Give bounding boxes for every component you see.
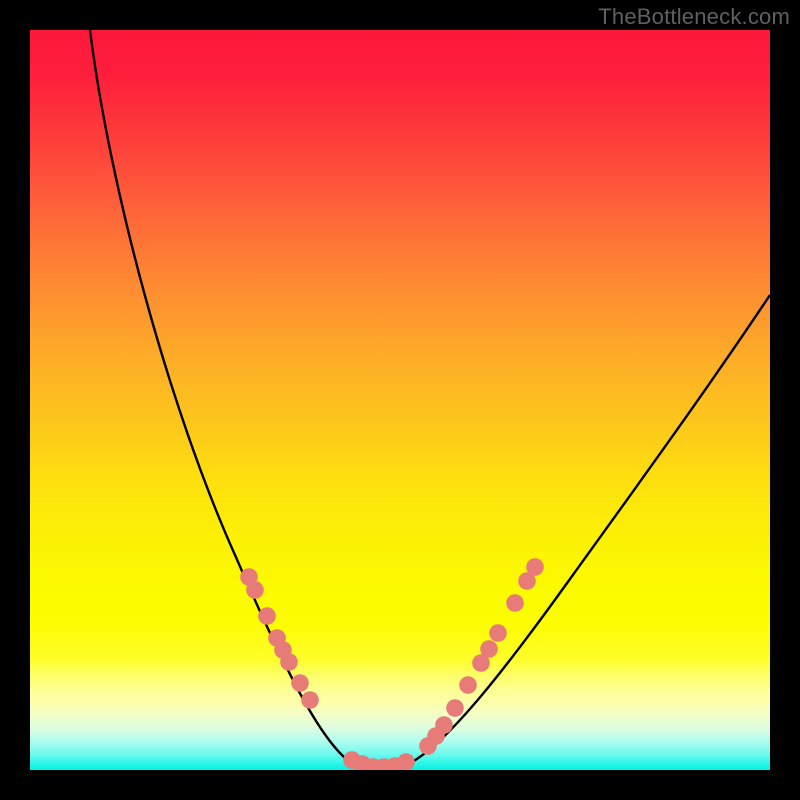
data-point [258, 607, 276, 625]
data-point [397, 753, 415, 770]
data-point [246, 581, 264, 599]
data-point [280, 653, 298, 671]
bottleneck-curve [90, 30, 770, 770]
data-point [459, 676, 477, 694]
data-point [291, 674, 309, 692]
data-point [301, 691, 319, 709]
plot-area [30, 30, 770, 770]
chart-frame: TheBottleneck.com [0, 0, 800, 800]
data-point [480, 640, 498, 658]
data-point [446, 699, 464, 717]
data-point [506, 594, 524, 612]
data-points-group [240, 558, 544, 770]
data-point [489, 624, 507, 642]
watermark-text: TheBottleneck.com [598, 4, 790, 30]
curve-layer [30, 30, 770, 770]
data-point [435, 716, 453, 734]
data-point [526, 558, 544, 576]
